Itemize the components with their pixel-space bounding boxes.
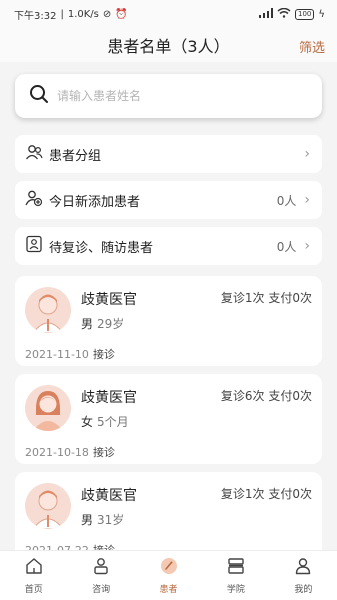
patient-date: 2021-11-10 [25, 348, 89, 361]
search-box[interactable] [15, 74, 322, 118]
chevron-right-icon: › [304, 146, 310, 162]
menu-item-new-today[interactable]: 今日新添加患者 0人 › [15, 181, 322, 219]
tab-label: 患者 [159, 584, 178, 595]
patient-age: 29岁 [97, 317, 125, 331]
page-title: 患者名单（3人） [107, 37, 230, 56]
home-icon [25, 557, 43, 579]
nav-bar: 患者名单（3人） 筛选 [0, 28, 337, 62]
tab-patients[interactable]: 患者 [135, 551, 202, 600]
followup-icon [25, 235, 43, 257]
mute-icon: ⊘ [102, 8, 112, 20]
status-separator: | [60, 8, 64, 20]
patient-card[interactable]: 歧黄医官 复诊1次 支付0次 男31岁 2021-07-22接诊 [15, 472, 322, 562]
status-bar: 下午3:32 | 1.0K/s ⊘ ⏰ 100 ϟ [0, 0, 337, 28]
alarm-icon: ⏰ [115, 8, 128, 20]
patient-info: 男 29岁 [81, 315, 124, 332]
group-icon [25, 143, 43, 165]
patient-action: 接诊 [92, 348, 115, 361]
tab-consult[interactable]: 咨询 [67, 551, 134, 600]
menu-count: 0人 [276, 239, 297, 254]
menu-label: 今日新添加患者 [49, 194, 141, 210]
tab-home[interactable]: 首页 [0, 551, 67, 600]
tab-label: 首页 [24, 584, 43, 595]
status-time: 下午3:32 [14, 10, 57, 22]
patient-name: 歧黄医官 [81, 488, 137, 504]
add-patient-icon [25, 189, 43, 211]
patient-gender: 男 [81, 513, 94, 527]
search-icon [29, 84, 49, 108]
consult-icon [92, 557, 110, 579]
signal-icon [259, 7, 274, 21]
patient-age: 31岁 [97, 513, 125, 527]
chevron-right-icon: › [304, 238, 310, 254]
patient-icon [160, 557, 178, 579]
patient-visits: 复诊1次 支付0次 [220, 291, 312, 305]
menu-label: 待复诊、随访患者 [49, 240, 154, 256]
tab-label: 学院 [226, 584, 245, 595]
filter-button[interactable]: 筛选 [299, 37, 325, 56]
tab-label: 我的 [294, 584, 313, 595]
patient-card[interactable]: 歧黄医官 复诊1次 支付0次 男 29岁 2021-11-10 接诊 [15, 276, 322, 366]
patient-name: 歧黄医官 [81, 292, 137, 308]
female-avatar [25, 385, 71, 431]
tab-profile[interactable]: 我的 [270, 551, 337, 600]
male-avatar [25, 287, 71, 333]
patient-gender: 女 [81, 415, 94, 429]
bottom-tab-bar: 首页 咨询 患者 学院 我的 [0, 550, 337, 600]
patient-date-row: 2021-10-18 接诊 [25, 444, 115, 460]
patient-name: 歧黄医官 [81, 390, 137, 406]
tab-school[interactable]: 学院 [202, 551, 269, 600]
menu-count: 0人 [276, 193, 297, 208]
charging-icon: ϟ [318, 8, 325, 20]
profile-icon [294, 557, 312, 579]
search-input[interactable] [57, 89, 287, 103]
patient-card[interactable]: 歧黄医官 复诊6次 支付0次 女 5个月 2021-10-18 接诊 [15, 374, 322, 464]
patient-date: 2021-10-18 [25, 446, 89, 459]
tab-label: 咨询 [92, 584, 111, 595]
wifi-icon [277, 7, 291, 21]
menu-item-patient-groups[interactable]: 患者分组 › [15, 135, 322, 173]
status-speed: 1.0K/s [67, 8, 99, 20]
battery-icon: 100 [295, 8, 315, 20]
menu-label: 患者分组 [49, 148, 102, 164]
patient-info: 男 31岁 [81, 511, 124, 528]
patient-date-row: 2021-11-10 接诊 [25, 346, 115, 362]
menu-item-followup[interactable]: 待复诊、随访患者 0人 › [15, 227, 322, 265]
patient-visits: 复诊6次 支付0次 [220, 389, 312, 403]
patient-action: 接诊 [92, 446, 115, 459]
patient-gender: 男 [81, 317, 94, 331]
patient-visits: 复诊1次 支付0次 [220, 487, 312, 501]
patient-age: 5个月 [97, 415, 129, 429]
school-icon [227, 557, 245, 579]
male-avatar [25, 483, 71, 529]
patient-info: 女 5个月 [81, 413, 129, 430]
chevron-right-icon: › [304, 192, 310, 208]
